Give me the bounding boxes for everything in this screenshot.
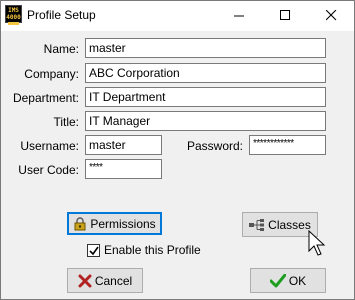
close-icon [325,10,336,21]
app-icon-text: IMS 4000 [6,7,21,21]
usercode-label: User Code: [18,163,79,177]
minimize-button[interactable] [216,1,262,30]
app-icon: IMS 4000 [5,5,22,25]
close-button[interactable] [308,1,354,30]
permissions-button[interactable]: Permissions [67,212,162,235]
cancel-x-icon [78,274,92,287]
minimize-icon [233,15,244,17]
ok-checkmark-icon [269,273,286,287]
permissions-label: Permissions [90,216,156,231]
maximize-icon [279,10,290,20]
name-label: Name: [43,42,79,56]
company-field[interactable]: ABC Corporation [85,63,326,83]
padlock-icon [74,216,86,230]
window-title: Profile Setup [27,8,96,22]
classes-button[interactable]: Classes [242,212,318,237]
enable-profile-label: Enable this Profile [104,243,201,257]
name-field[interactable]: master [85,38,326,58]
password-field[interactable]: ************ [249,135,326,155]
enable-profile-checkbox[interactable] [87,244,100,257]
username-label: Username: [20,139,79,153]
classes-label: Classes [268,217,311,232]
username-field[interactable]: master [85,135,162,155]
mouse-pointer-icon [308,230,326,256]
cancel-button[interactable]: Cancel [67,268,143,293]
department-label: Department: [12,91,79,105]
title-label: Title: [53,115,79,129]
usercode-field[interactable]: **** [85,159,162,179]
classes-hierarchy-icon [249,218,265,231]
maximize-button[interactable] [262,1,308,30]
title-bar[interactable]: IMS 4000 Profile Setup [1,1,354,31]
company-label: Company: [24,67,79,81]
profile-setup-window: IMS 4000 Profile Setup Name: Company: De… [0,0,355,300]
ok-button[interactable]: OK [250,268,326,293]
cancel-label: Cancel [94,273,133,288]
password-label: Password: [186,139,243,153]
department-field[interactable]: IT Department [85,87,326,107]
ok-label: OK [288,273,307,288]
checkmark-icon [89,246,99,256]
title-field[interactable]: IT Manager [85,111,326,131]
